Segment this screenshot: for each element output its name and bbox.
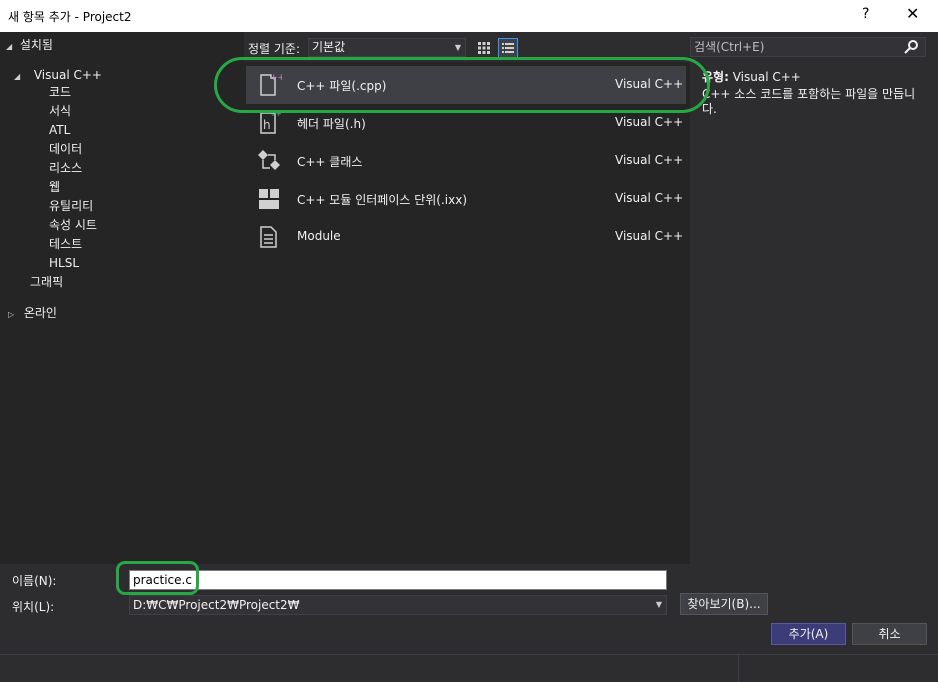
browse-button[interactable]: 찾아보기(B)... — [680, 593, 768, 615]
expanded-arrow-icon[interactable]: ◢ — [6, 37, 16, 56]
status-strip — [0, 654, 938, 682]
template-list: ++ C++ 파일(.cpp) Visual C++ h ++ 헤더 파일(.h… — [244, 62, 690, 564]
window-title: 새 항목 추가 - Project2 — [8, 10, 132, 24]
help-button[interactable]: ? — [862, 6, 869, 22]
tree-item-format[interactable]: 서식 — [49, 102, 71, 121]
location-value: D:₩C₩Project2₩Project2₩ — [133, 598, 300, 612]
dropdown-arrow-icon: ▼ — [655, 600, 662, 609]
list-view-button[interactable] — [498, 38, 518, 58]
header-file-icon: h ++ — [260, 110, 282, 134]
grid-icon — [478, 42, 490, 54]
tree-item-web[interactable]: 웹 — [49, 178, 60, 197]
expanded-arrow-icon[interactable]: ◢ — [14, 67, 24, 86]
tree-item-code[interactable]: 코드 — [49, 83, 71, 102]
type-value: Visual C++ — [732, 70, 801, 84]
status-divider — [738, 654, 739, 682]
highlight-annotation — [116, 561, 199, 595]
location-dropdown[interactable]: D:₩C₩Project2₩Project2₩ ▼ — [129, 595, 667, 615]
sort-value: 기본값 — [312, 40, 346, 54]
list-icon — [502, 43, 514, 53]
cancel-button[interactable]: 취소 — [852, 623, 927, 645]
template-item-module[interactable]: Module Visual C++ — [246, 218, 686, 256]
svg-text:h: h — [263, 118, 271, 132]
tree-item-hlsl[interactable]: HLSL — [49, 254, 79, 273]
add-button[interactable]: 추가(A) — [771, 623, 846, 645]
template-name: C++ 클래스 — [297, 155, 363, 169]
template-name: 헤더 파일(.h) — [297, 117, 366, 131]
sort-label: 정렬 기준: — [248, 42, 301, 56]
template-item-module-interface[interactable]: C++ 모듈 인터페이스 단위(.ixx) Visual C++ — [246, 180, 686, 218]
highlight-annotation — [214, 57, 710, 113]
template-language: Visual C++ — [615, 115, 684, 129]
tree-item-graphics[interactable]: 그래픽 — [30, 273, 63, 292]
template-name: Module — [297, 229, 341, 243]
tree-item-property-sheet[interactable]: 속성 시트 — [49, 216, 97, 235]
tree-item-test[interactable]: 테스트 — [49, 235, 82, 254]
tree-item-online[interactable]: ▷ 온라인 — [8, 304, 57, 323]
search-input[interactable]: 검색(Ctrl+E) — [690, 37, 926, 57]
template-language: Visual C++ — [615, 229, 684, 243]
template-language: Visual C++ — [615, 153, 684, 167]
tree-item-utility[interactable]: 유틸리티 — [49, 197, 93, 216]
name-input[interactable]: practice.c — [129, 570, 667, 590]
tree-item-label: 온라인 — [23, 306, 57, 320]
template-language: Visual C++ — [615, 191, 684, 205]
tree-item-data[interactable]: 데이터 — [49, 140, 82, 159]
description-panel: 유형: Visual C++ C++ 소스 코드를 포함하는 파일을 만듭니다. — [702, 70, 926, 117]
sort-dropdown[interactable]: 기본값 ▼ — [308, 38, 466, 57]
tree-item-label: Visual C++ — [33, 68, 102, 82]
class-icon — [258, 150, 280, 170]
title-bar: 새 항목 추가 - Project2 ? ✕ — [0, 0, 938, 32]
name-label: 이름(N): — [12, 574, 57, 588]
category-tree: ◢ 설치됨 ◢ Visual C++ 코드 서식 ATL 데이터 리소스 웹 유… — [0, 32, 244, 564]
tree-item-atl[interactable]: ATL — [49, 121, 70, 140]
template-item-cpp-class[interactable]: C++ 클래스 Visual C++ — [246, 142, 686, 180]
collapsed-arrow-icon[interactable]: ▷ — [8, 305, 18, 324]
search-placeholder: 검색(Ctrl+E) — [694, 40, 765, 54]
module-interface-icon — [259, 189, 279, 209]
search-icon[interactable] — [903, 39, 919, 55]
dropdown-arrow-icon: ▼ — [454, 43, 461, 52]
tree-item-label: 설치됨 — [19, 38, 53, 52]
close-button[interactable]: ✕ — [906, 4, 919, 23]
module-file-icon — [260, 226, 277, 248]
tree-item-resource[interactable]: 리소스 — [49, 159, 82, 178]
tree-item-installed[interactable]: ◢ 설치됨 — [6, 36, 53, 55]
template-name: C++ 모듈 인터페이스 단위(.ixx) — [297, 193, 468, 207]
grid-view-button[interactable] — [474, 38, 494, 58]
description-text: C++ 소스 코드를 포함하는 파일을 만듭니다. — [702, 87, 916, 116]
location-label: 위치(L): — [12, 600, 55, 614]
